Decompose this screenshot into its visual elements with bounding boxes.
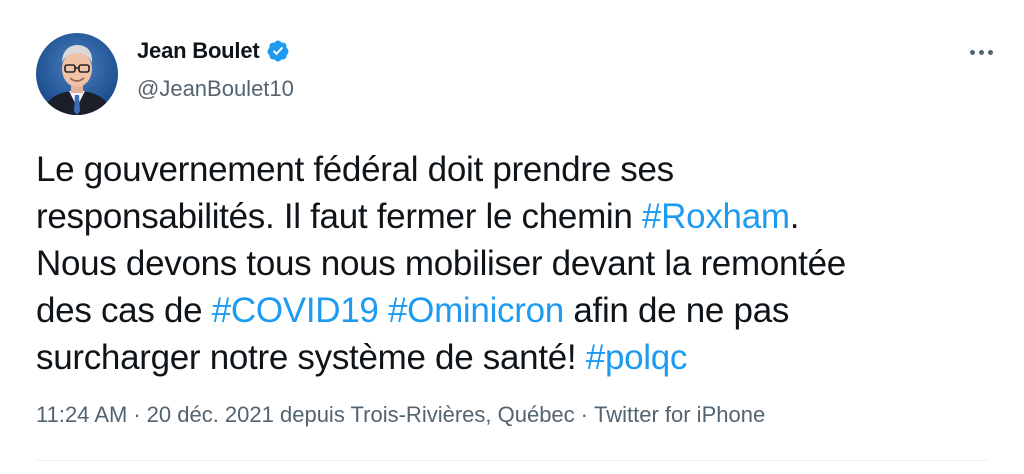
- verified-badge-icon: [266, 39, 290, 63]
- tweet-text-segment: .: [789, 197, 800, 236]
- tweet-text-segment: [379, 291, 388, 330]
- avatar[interactable]: [36, 33, 118, 115]
- hashtag-link-polqc[interactable]: #polqc: [586, 338, 688, 377]
- tweet-card: Jean Boulet @JeanBoulet10 Le gouvernemen…: [0, 0, 1024, 474]
- hashtag-link-ominicron[interactable]: #Ominicron: [388, 291, 564, 330]
- divider: [36, 460, 988, 461]
- avatar-portrait: [42, 45, 112, 115]
- tweet-text-segment: afin de ne pas: [563, 291, 790, 330]
- tweet-text-segment: Le gouvernement fédéral doit prendre ses: [36, 150, 674, 189]
- more-horizontal-icon[interactable]: [965, 40, 997, 64]
- tweet-metadata: 11:24 AM · 20 déc. 2021 depuis Trois-Riviè…: [36, 402, 765, 428]
- author-name-row[interactable]: Jean Boulet: [137, 38, 290, 64]
- tweet-date-location[interactable]: 20 déc. 2021 depuis Trois-Rivières, Québ…: [147, 402, 575, 427]
- tweet-text-segment: des cas de: [36, 291, 212, 330]
- meta-separator: ·: [133, 402, 141, 427]
- tweet-line: responsabilités. Il faut fermer le chemi…: [36, 193, 996, 240]
- author-display-name[interactable]: Jean Boulet: [137, 38, 260, 64]
- tweet-line: des cas de #COVID19 #Ominicron afin de n…: [36, 287, 996, 334]
- tweet-text: Le gouvernement fédéral doit prendre ses…: [36, 146, 996, 381]
- meta-separator: ·: [580, 402, 588, 427]
- tweet-line: Le gouvernement fédéral doit prendre ses: [36, 146, 996, 193]
- tweet-line: surcharger notre système de santé! #polq…: [36, 334, 996, 381]
- tweet-text-segment: surcharger notre système de santé!: [36, 338, 586, 377]
- tweet-timestamp[interactable]: 11:24 AM: [36, 402, 127, 427]
- tweet-source[interactable]: Twitter for iPhone: [594, 402, 765, 427]
- author-handle[interactable]: @JeanBoulet10: [137, 76, 294, 102]
- tweet-text-segment: Nous devons tous nous mobiliser devant l…: [36, 244, 846, 283]
- hashtag-link-roxham[interactable]: #Roxham: [642, 197, 790, 236]
- tweet-line: Nous devons tous nous mobiliser devant l…: [36, 240, 996, 287]
- tweet-text-segment: responsabilités. Il faut fermer le chemi…: [36, 197, 643, 236]
- hashtag-link-covid19[interactable]: #COVID19: [212, 291, 379, 330]
